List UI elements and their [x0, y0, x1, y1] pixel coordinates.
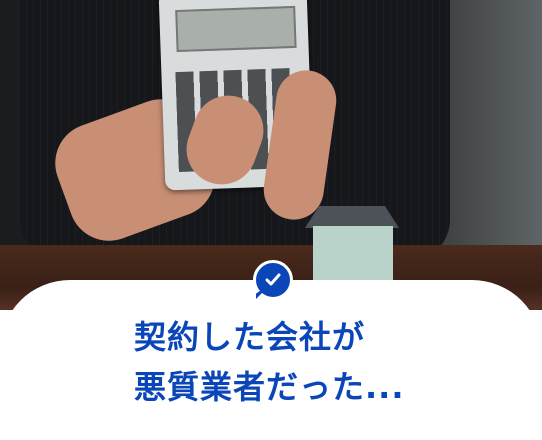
- headline-line-2: 悪質業者だった...: [134, 368, 405, 406]
- headline-line-1: 契約した会社が: [134, 318, 366, 356]
- headline: 契約した会社が 悪質業者だった...: [134, 312, 404, 412]
- house-model: [305, 206, 399, 282]
- check-chat-bubble-icon: [253, 260, 293, 300]
